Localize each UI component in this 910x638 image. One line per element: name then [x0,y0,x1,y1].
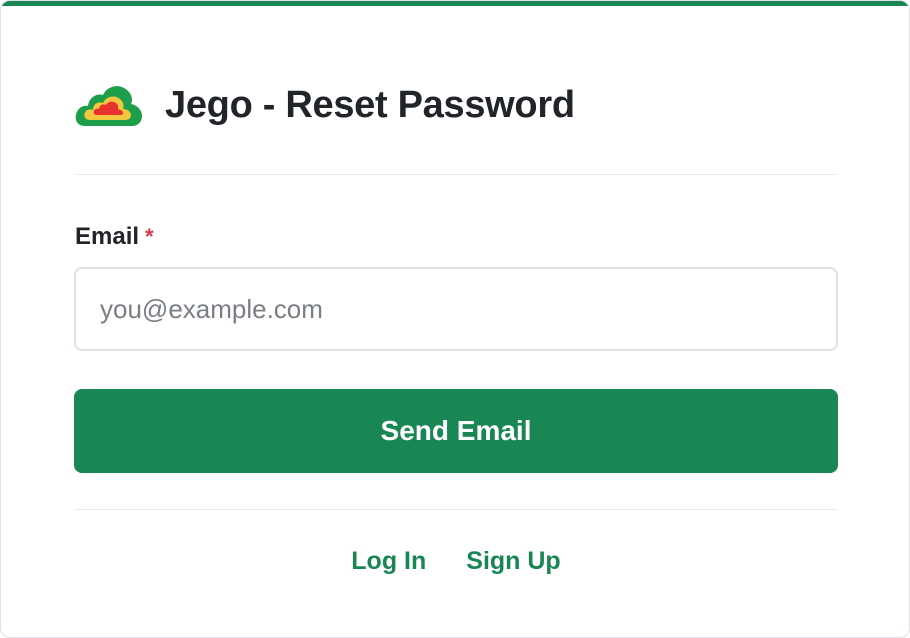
accent-top-bar [1,1,909,6]
reset-password-card: Jego - Reset Password Email* Send Email … [0,0,910,638]
page-title: Jego - Reset Password [165,83,575,126]
signup-link[interactable]: Sign Up [466,547,560,576]
footer-divider [74,509,838,510]
email-input[interactable] [74,267,838,351]
required-marker: * [145,224,154,249]
header-divider [74,174,838,175]
login-link[interactable]: Log In [351,547,426,576]
email-label: Email * [75,223,154,251]
footer-links: Log In Sign Up [74,541,838,581]
card-header: Jego - Reset Password [73,77,838,133]
send-email-button[interactable]: Send Email [74,389,838,473]
email-label-text: Email [75,223,140,250]
cloud-logo-icon [75,86,142,126]
